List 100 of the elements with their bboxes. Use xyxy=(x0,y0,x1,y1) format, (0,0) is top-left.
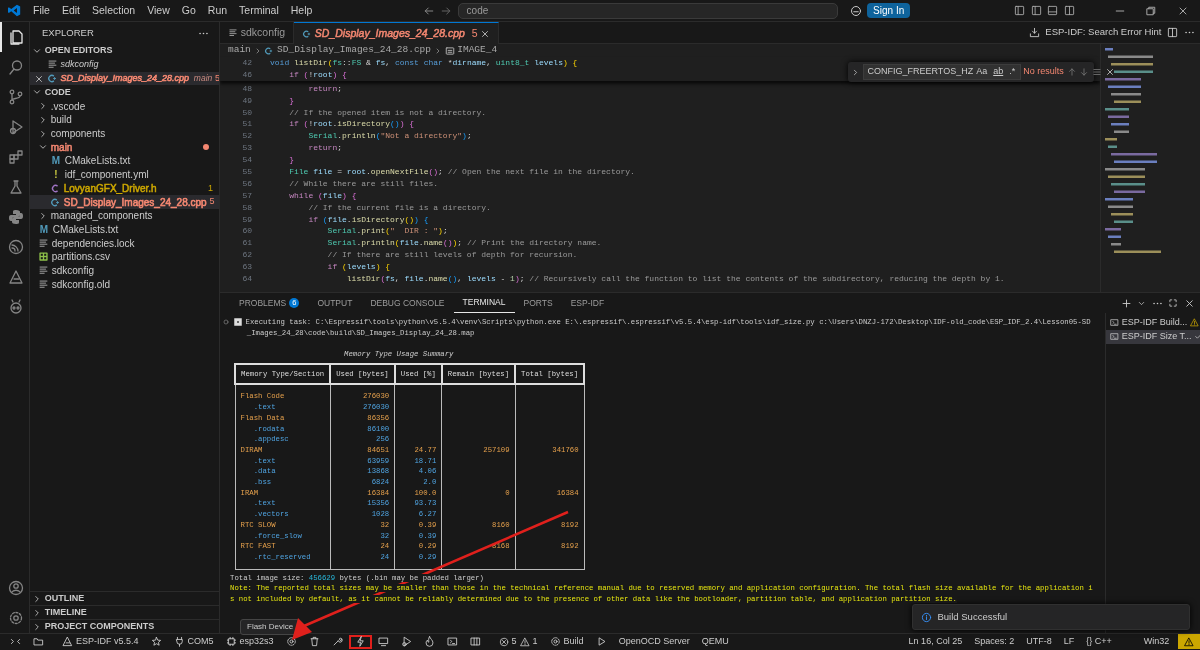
explorer-entry[interactable]: dependencies.lock xyxy=(30,236,219,250)
breadcrumb-item[interactable]: IMAGE_4 xyxy=(457,44,498,58)
folder-item[interactable]: .vscode xyxy=(30,99,219,114)
panel-layout-icon[interactable] xyxy=(1047,5,1059,16)
notification-button[interactable] xyxy=(1178,634,1200,649)
debug-icon xyxy=(400,636,412,647)
back-arrow-icon[interactable] xyxy=(422,4,435,17)
python-icon[interactable] xyxy=(8,209,24,225)
close-icon[interactable] xyxy=(34,73,44,84)
status-item[interactable]: 5 1 xyxy=(492,634,544,649)
explorer-entry[interactable]: LovyanGFX_Driver.h 1 xyxy=(30,181,219,196)
menu-item[interactable]: Go xyxy=(175,2,202,19)
panel-tab[interactable]: ESP-IDF xyxy=(561,293,614,313)
editor-action[interactable]: ESP-IDF: Search Error Hint xyxy=(1045,25,1162,40)
open-editor-item[interactable]: SD_Display_Images_24_28.cpp main 5 xyxy=(30,71,219,86)
sign-in-button[interactable]: Sign In xyxy=(867,3,911,18)
flask-icon[interactable] xyxy=(8,179,24,195)
table-file-icon xyxy=(38,251,49,263)
explorer-entry[interactable]: M CMakeLists.txt xyxy=(30,154,219,168)
find-option[interactable]: Aa xyxy=(973,65,991,79)
debug-icon[interactable] xyxy=(8,119,24,135)
up-arrow-icon[interactable] xyxy=(1066,67,1077,77)
breadcrumb-item[interactable]: SD_Display_Images_24_28.cpp xyxy=(277,44,431,58)
status-item[interactable] xyxy=(348,634,372,649)
task-entry[interactable]: ESP-IDF Size T... xyxy=(1106,329,1200,344)
settings-icon xyxy=(285,636,297,647)
menu-item[interactable]: Selection xyxy=(86,2,142,19)
folder-item[interactable]: main xyxy=(30,140,219,155)
menu-item[interactable]: Edit xyxy=(55,2,86,19)
symbol-icon xyxy=(444,45,455,56)
status-item[interactable]: QEMU xyxy=(695,634,735,649)
signal-icon[interactable] xyxy=(8,239,24,255)
layout-icon[interactable] xyxy=(1031,5,1042,16)
menu-item[interactable]: View xyxy=(141,2,176,19)
close-icon[interactable] xyxy=(1183,297,1195,309)
plus-icon[interactable] xyxy=(1120,297,1132,309)
robot-icon[interactable] xyxy=(8,299,24,315)
menu-item[interactable]: File xyxy=(27,2,56,19)
breadcrumb-item[interactable]: main xyxy=(228,44,251,58)
modified-dot xyxy=(203,144,209,151)
panel-tab[interactable]: OUTPUT xyxy=(308,293,362,313)
panel-tab[interactable]: TERMINAL xyxy=(453,293,515,313)
status-item[interactable]: UTF-8 xyxy=(1020,634,1058,649)
status-item[interactable]: Ln 16, Col 25 xyxy=(902,634,969,649)
status-item[interactable]: LF xyxy=(1057,634,1081,649)
status-item[interactable]: Spaces: 2 xyxy=(968,634,1021,649)
open-editor-item[interactable]: sdkconfig xyxy=(30,58,219,72)
download-icon[interactable] xyxy=(1028,27,1040,38)
status-item[interactable]: ESP-IDF v5.5.4 xyxy=(56,634,145,649)
search-field[interactable]: code xyxy=(457,2,838,19)
cpp-file-icon xyxy=(46,73,58,85)
code-line: // If the current file is a directory. xyxy=(307,201,491,214)
split-editor-icon[interactable] xyxy=(1167,27,1178,38)
wrench-icon xyxy=(331,636,343,647)
status-item[interactable]: esp32s3 xyxy=(219,634,280,649)
explorer-entry[interactable]: sdkconfig xyxy=(30,263,219,278)
panel-tab[interactable]: PORTS xyxy=(514,293,562,313)
status-item[interactable]: COM5 xyxy=(167,634,220,649)
folder-item[interactable]: managed_components xyxy=(30,208,219,223)
down-arrow-icon[interactable] xyxy=(1079,67,1090,77)
status-item[interactable]: Build xyxy=(543,634,590,649)
status-item[interactable]: {} C++ xyxy=(1080,634,1118,649)
task-entry[interactable]: ESP-IDF Build... xyxy=(1106,315,1200,330)
explorer-entry[interactable]: ! idf_component.yml xyxy=(30,167,219,182)
line-number: 46 xyxy=(241,68,253,81)
explorer-entry[interactable]: partitions.csv xyxy=(30,249,219,264)
restore-icon[interactable] xyxy=(1145,4,1158,17)
status-item[interactable]: OpenOCD Server xyxy=(612,634,696,649)
section-header[interactable]: CODE xyxy=(30,85,219,100)
settings-icon[interactable] xyxy=(8,610,24,626)
settings-icon xyxy=(549,636,561,647)
folder-item[interactable]: components xyxy=(30,126,219,141)
explorer-entry[interactable]: SD_Display_Images_24_28.cpp 5 xyxy=(30,195,219,209)
close-icon[interactable] xyxy=(480,28,491,39)
account-icon[interactable] xyxy=(8,580,24,596)
status-item[interactable]: Win32 xyxy=(1137,634,1176,649)
extensions-icon[interactable] xyxy=(8,149,24,165)
editor-tab[interactable]: SD_Display_Images_24_28.cpp 5 xyxy=(294,22,500,44)
menu-item[interactable]: Run xyxy=(201,2,234,19)
branch-icon[interactable] xyxy=(8,89,24,105)
close-icon[interactable] xyxy=(1104,67,1115,77)
settings-file-icon xyxy=(38,278,49,290)
section-header[interactable]: TIMELINE xyxy=(30,605,219,619)
menu-item[interactable]: Terminal xyxy=(233,2,285,19)
section-header[interactable]: OUTLINE xyxy=(30,591,219,605)
find-input[interactable]: CONFIG_FREERTOS_HZ Aa ab .* xyxy=(862,64,1021,80)
find-option[interactable]: ab xyxy=(990,65,1007,79)
section-header[interactable]: OPEN EDITORS xyxy=(30,44,219,58)
panel-tab[interactable]: DEBUG CONSOLE xyxy=(361,293,454,313)
file-icon[interactable] xyxy=(8,29,24,45)
folder-item[interactable]: build xyxy=(30,113,219,127)
code-line: if (levels) { xyxy=(326,261,391,274)
maximize-icon[interactable] xyxy=(1168,298,1178,308)
search-icon[interactable] xyxy=(8,59,24,75)
explorer-entry[interactable]: M CMakeLists.txt xyxy=(30,222,219,237)
explorer-entry[interactable]: sdkconfig.old xyxy=(30,277,219,291)
split-editor-icon[interactable] xyxy=(1064,5,1075,16)
layout-icon[interactable] xyxy=(1014,5,1026,16)
find-option[interactable]: .* xyxy=(1006,65,1019,79)
menu-item[interactable]: Help xyxy=(284,2,319,19)
